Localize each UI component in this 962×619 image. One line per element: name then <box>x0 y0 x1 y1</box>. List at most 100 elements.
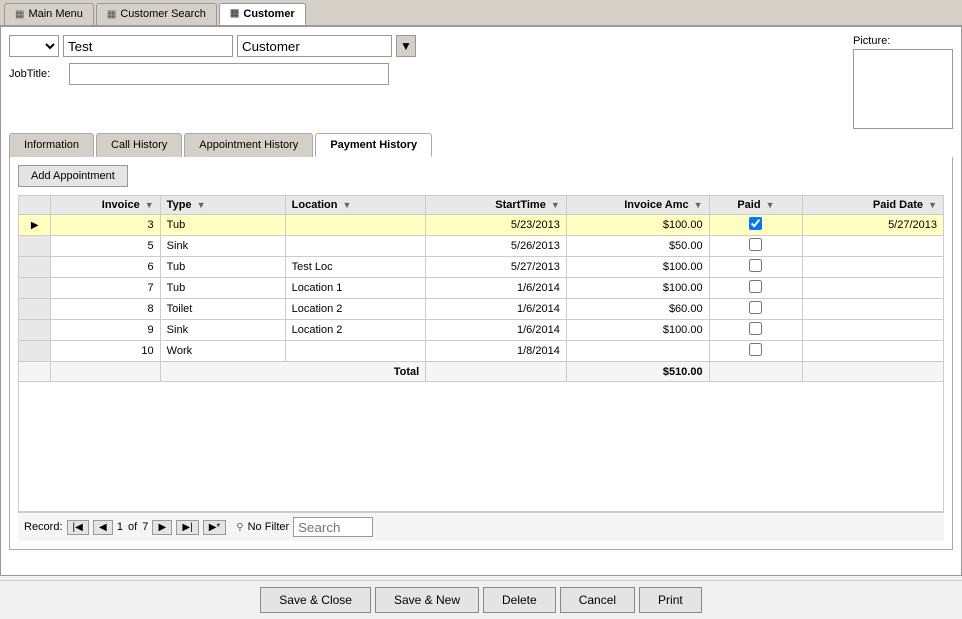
cancel-label: Cancel <box>579 593 616 607</box>
search-input[interactable] <box>293 517 373 537</box>
customer-icon: ▦ <box>230 8 239 19</box>
nav-prev[interactable]: ◀ <box>93 520 113 535</box>
cell-paid[interactable] <box>709 236 803 257</box>
record-label: Record: <box>24 521 63 533</box>
content-panel: Add Appointment Invoice ▼ Type ▼ Locatio… <box>9 157 953 550</box>
cell-type: Toilet <box>160 299 285 320</box>
cell-type: Work <box>160 341 285 362</box>
cell-invoice: 9 <box>51 320 160 341</box>
paid-checkbox[interactable] <box>749 343 762 356</box>
cell-location: Test Loc <box>285 257 426 278</box>
customer-dropdown[interactable]: ▼ <box>396 35 416 57</box>
nav-last[interactable]: ▶| <box>176 520 198 535</box>
nav-current-num: 1 <box>117 521 123 533</box>
th-paid-date[interactable]: Paid Date ▼ <box>803 196 944 215</box>
cell-amount: $100.00 <box>566 320 709 341</box>
paid-checkbox[interactable] <box>749 259 762 272</box>
cell-invoice: 8 <box>51 299 160 320</box>
row-selector <box>19 236 51 257</box>
tab-call-history-label: Call History <box>111 139 167 151</box>
paid-checkbox[interactable] <box>749 280 762 293</box>
cell-invoice: 6 <box>51 257 160 278</box>
tab-appointment-history[interactable]: Appointment History <box>184 133 313 157</box>
invoice-sort-icon: ▼ <box>145 200 154 210</box>
cell-location <box>285 215 426 236</box>
tab-main-menu[interactable]: ▦ Main Menu <box>4 3 94 25</box>
add-appointment-button[interactable]: Add Appointment <box>18 165 128 187</box>
total-row: Total $510.00 <box>19 362 944 382</box>
total-selector <box>19 362 51 382</box>
paid-checkbox[interactable] <box>749 301 762 314</box>
table-row[interactable]: 9SinkLocation 21/6/2014$100.00 <box>19 320 944 341</box>
paid-checkbox[interactable] <box>749 238 762 251</box>
paid-checkbox[interactable] <box>749 322 762 335</box>
cell-paid[interactable] <box>709 320 803 341</box>
cell-paid[interactable] <box>709 215 803 236</box>
save-close-button[interactable]: Save & Close <box>260 587 371 613</box>
tab-call-history[interactable]: Call History <box>96 133 182 157</box>
cell-invoice: 3 <box>51 215 160 236</box>
cell-starttime: 1/6/2014 <box>426 320 567 341</box>
nav-first[interactable]: |◀ <box>67 520 89 535</box>
cell-invoice: 5 <box>51 236 160 257</box>
cell-location <box>285 236 426 257</box>
paid-checkbox[interactable] <box>749 217 762 230</box>
tab-customer[interactable]: ▦ Customer <box>219 3 306 25</box>
title-dropdown[interactable] <box>9 35 59 57</box>
cell-paid-date <box>803 278 944 299</box>
jobtitle-row: JobTitle: <box>9 63 843 85</box>
th-location[interactable]: Location ▼ <box>285 196 426 215</box>
cell-paid[interactable] <box>709 299 803 320</box>
cell-paid[interactable] <box>709 341 803 362</box>
row-selector <box>19 341 51 362</box>
first-name-field[interactable] <box>63 35 233 57</box>
picture-box <box>853 49 953 129</box>
table-row[interactable]: 6TubTest Loc5/27/2013$100.00 <box>19 257 944 278</box>
row-selector <box>19 299 51 320</box>
jobtitle-field[interactable] <box>69 63 389 85</box>
total-label-cell <box>51 362 160 382</box>
paid-sort-icon: ▼ <box>766 200 775 210</box>
table-row[interactable]: 10Work1/8/2014 <box>19 341 944 362</box>
cell-starttime: 1/6/2014 <box>426 278 567 299</box>
tab-information[interactable]: Information <box>9 133 94 157</box>
empty-area <box>18 382 944 512</box>
cell-amount: $60.00 <box>566 299 709 320</box>
cell-type: Tub <box>160 215 285 236</box>
nav-total-num: 7 <box>142 521 148 533</box>
cancel-button[interactable]: Cancel <box>560 587 635 613</box>
cell-starttime: 1/8/2014 <box>426 341 567 362</box>
save-new-button[interactable]: Save & New <box>375 587 479 613</box>
th-type[interactable]: Type ▼ <box>160 196 285 215</box>
tab-customer-search[interactable]: ▦ Customer Search <box>96 3 217 25</box>
cell-paid[interactable] <box>709 278 803 299</box>
total-empty1 <box>426 362 567 382</box>
location-sort-icon: ▼ <box>343 200 352 210</box>
th-starttime[interactable]: StartTime ▼ <box>426 196 567 215</box>
cell-starttime: 1/6/2014 <box>426 299 567 320</box>
nav-current: 1 of 7 <box>117 521 149 533</box>
nav-next[interactable]: ▶ <box>152 520 172 535</box>
table-row[interactable]: 8ToiletLocation 21/6/2014$60.00 <box>19 299 944 320</box>
print-button[interactable]: Print <box>639 587 702 613</box>
last-name-field[interactable] <box>237 35 392 57</box>
tab-appointment-history-label: Appointment History <box>199 139 298 151</box>
tab-payment-history[interactable]: Payment History <box>315 133 432 157</box>
table-row[interactable]: ▶3Tub5/23/2013$100.005/27/2013 <box>19 215 944 236</box>
cell-amount: $100.00 <box>566 215 709 236</box>
type-sort-icon: ▼ <box>197 200 206 210</box>
amount-sort-icon: ▼ <box>694 200 703 210</box>
table-row[interactable]: 5Sink5/26/2013$50.00 <box>19 236 944 257</box>
cell-type: Sink <box>160 320 285 341</box>
table-row[interactable]: 7TubLocation 11/6/2014$100.00 <box>19 278 944 299</box>
cell-paid[interactable] <box>709 257 803 278</box>
th-paid[interactable]: Paid ▼ <box>709 196 803 215</box>
paiddate-sort-icon: ▼ <box>928 200 937 210</box>
top-tab-bar: ▦ Main Menu ▦ Customer Search ▦ Customer <box>0 0 962 26</box>
row-selector <box>19 320 51 341</box>
th-amount[interactable]: Invoice Amc ▼ <box>566 196 709 215</box>
nav-new[interactable]: ▶* <box>203 520 227 535</box>
customer-search-icon: ▦ <box>107 9 116 20</box>
th-invoice[interactable]: Invoice ▼ <box>51 196 160 215</box>
delete-button[interactable]: Delete <box>483 587 556 613</box>
